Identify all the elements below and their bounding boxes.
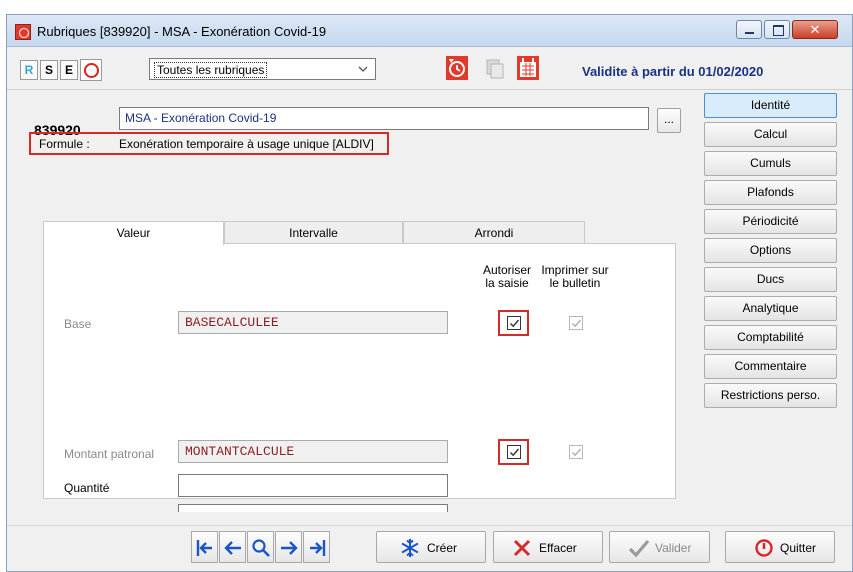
column-autoriser-saisie: Autoriser la saisie <box>482 263 532 290</box>
validity-date: Validite à partir du 01/02/2020 <box>582 64 764 79</box>
arrow-left-icon <box>224 541 241 555</box>
sidebar-plafonds-button[interactable]: Plafonds <box>704 180 837 205</box>
valider-button[interactable]: Valider <box>609 531 710 563</box>
filter-e-button[interactable]: E <box>60 60 78 80</box>
column-imprimer-bulletin: Imprimer sur le bulletin <box>541 263 609 290</box>
app-logo-icon <box>15 24 31 40</box>
rubric-name-input[interactable]: MSA - Exonération Covid-19 <box>119 107 649 130</box>
sidebar-commentaire-button[interactable]: Commentaire <box>704 354 837 379</box>
arrow-right-icon <box>281 541 298 555</box>
delete-x-icon <box>513 539 531 557</box>
base-imprimer-checkbox <box>569 316 583 330</box>
base-label: Base <box>64 317 92 331</box>
check-icon <box>510 448 520 457</box>
search-record-button[interactable] <box>247 531 274 563</box>
valider-label: Valider <box>655 541 692 555</box>
search-icon <box>252 539 270 557</box>
sidebar-periodicite-button[interactable]: Périodicité <box>704 209 837 234</box>
effacer-button[interactable]: Effacer <box>493 531 603 563</box>
ring-icon[interactable] <box>80 59 102 81</box>
title-bar: Rubriques [839920] - MSA - Exonération C… <box>7 15 852 47</box>
sidebar-options-button[interactable]: Options <box>704 238 837 263</box>
next-record-button[interactable] <box>275 531 302 563</box>
first-icon <box>196 540 212 556</box>
chevron-down-icon <box>358 66 368 72</box>
montant-patronal-label: Montant patronal <box>64 447 155 461</box>
montant-autoriser-checkbox[interactable] <box>507 445 521 459</box>
sidebar-identite-button[interactable]: Identité <box>704 93 837 118</box>
formula-text: Exonération temporaire à usage unique [A… <box>119 137 374 151</box>
rubric-filter-select[interactable]: Toutes les rubriques <box>149 58 376 80</box>
power-icon <box>755 539 773 557</box>
first-record-button[interactable] <box>191 531 218 563</box>
checkmark-icon <box>628 539 650 558</box>
toolbar: R S E Toutes les rubriques Validite à pa… <box>7 48 852 90</box>
window-title: Rubriques [839920] - MSA - Exonération C… <box>37 24 327 39</box>
minimize-button[interactable] <box>736 20 762 39</box>
base-autoriser-checkbox[interactable] <box>507 316 521 330</box>
formula-highlight: Formule : Exonération temporaire à usage… <box>29 132 389 155</box>
creer-label: Créer <box>427 541 458 555</box>
sidebar-restrictions-button[interactable]: Restrictions perso. <box>704 383 837 408</box>
check-icon <box>510 319 520 328</box>
creer-button[interactable]: Créer <box>376 531 486 563</box>
history-icon[interactable] <box>445 55 469 81</box>
montant-patronal-input: MONTANTCALCULE <box>178 440 448 463</box>
sidebar-ducs-button[interactable]: Ducs <box>704 267 837 292</box>
check-icon <box>572 319 582 328</box>
sidebar-cumuls-button[interactable]: Cumuls <box>704 151 837 176</box>
quitter-label: Quitter <box>780 541 817 555</box>
snowflake-icon <box>401 539 419 557</box>
valeur-tab-panel: Autoriser la saisie Imprimer sur le bull… <box>43 243 676 512</box>
close-icon: ✕ <box>809 22 821 37</box>
close-window-button[interactable]: ✕ <box>792 20 838 39</box>
last-icon <box>310 540 326 556</box>
filter-r-button[interactable]: R <box>20 60 38 80</box>
rubriques-window: Rubriques [839920] - MSA - Exonération C… <box>6 14 853 572</box>
quantite-input[interactable] <box>178 474 448 497</box>
previous-record-button[interactable] <box>219 531 246 563</box>
sidebar-comptabilite-button[interactable]: Comptabilité <box>704 325 837 350</box>
maximize-button[interactable] <box>764 20 790 39</box>
tab-valeur[interactable]: Valeur <box>43 221 224 245</box>
tab-intervalle[interactable]: Intervalle <box>224 221 403 244</box>
effacer-label: Effacer <box>539 541 577 555</box>
calendar-icon[interactable] <box>516 55 540 81</box>
montant-imprimer-checkbox <box>569 445 583 459</box>
base-input: BASECALCULEE <box>178 311 448 334</box>
quitter-button[interactable]: Quitter <box>725 531 835 563</box>
last-record-button[interactable] <box>303 531 330 563</box>
tab-arrondi[interactable]: Arrondi <box>403 221 585 244</box>
sidebar-calcul-button[interactable]: Calcul <box>704 122 837 147</box>
filter-s-button[interactable]: S <box>40 60 58 80</box>
rubric-filter-value: Toutes les rubriques <box>154 62 268 78</box>
quantite-label: Quantité <box>64 481 110 495</box>
formula-label: Formule : <box>39 137 90 151</box>
ellipsis-button[interactable]: ... <box>657 108 681 133</box>
next-field-input[interactable] <box>178 504 448 512</box>
copy-icon[interactable] <box>483 55 507 81</box>
sidebar-analytique-button[interactable]: Analytique <box>704 296 837 321</box>
check-icon <box>572 448 582 457</box>
